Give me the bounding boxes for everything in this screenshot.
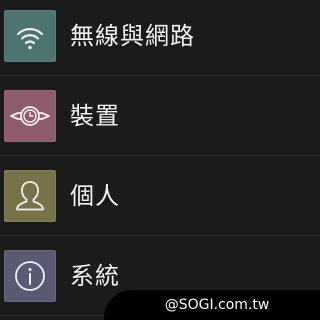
- settings-screen: 無線與網路 裝置 個人 系統 @SOGI.com.tw: [0, 0, 320, 320]
- info-icon: [15, 261, 45, 291]
- settings-item-personal[interactable]: 個人: [0, 156, 320, 236]
- person-icon: [16, 181, 44, 211]
- watermark-text: @SOGI.com.tw: [104, 290, 320, 320]
- device-watch-icon: [10, 106, 50, 126]
- system-tile: [4, 250, 56, 302]
- settings-item-label: 系統: [70, 262, 120, 290]
- wifi-icon: [16, 27, 44, 50]
- settings-item-device[interactable]: 裝置: [0, 76, 320, 156]
- settings-item-label: 無線與網路: [70, 22, 195, 50]
- device-tile: [4, 90, 56, 142]
- settings-item-wireless-networks[interactable]: 無線與網路: [0, 0, 320, 76]
- wifi-tile: [4, 10, 56, 62]
- settings-item-label: 個人: [70, 182, 120, 210]
- settings-item-label: 裝置: [70, 102, 120, 130]
- personal-tile: [4, 170, 56, 222]
